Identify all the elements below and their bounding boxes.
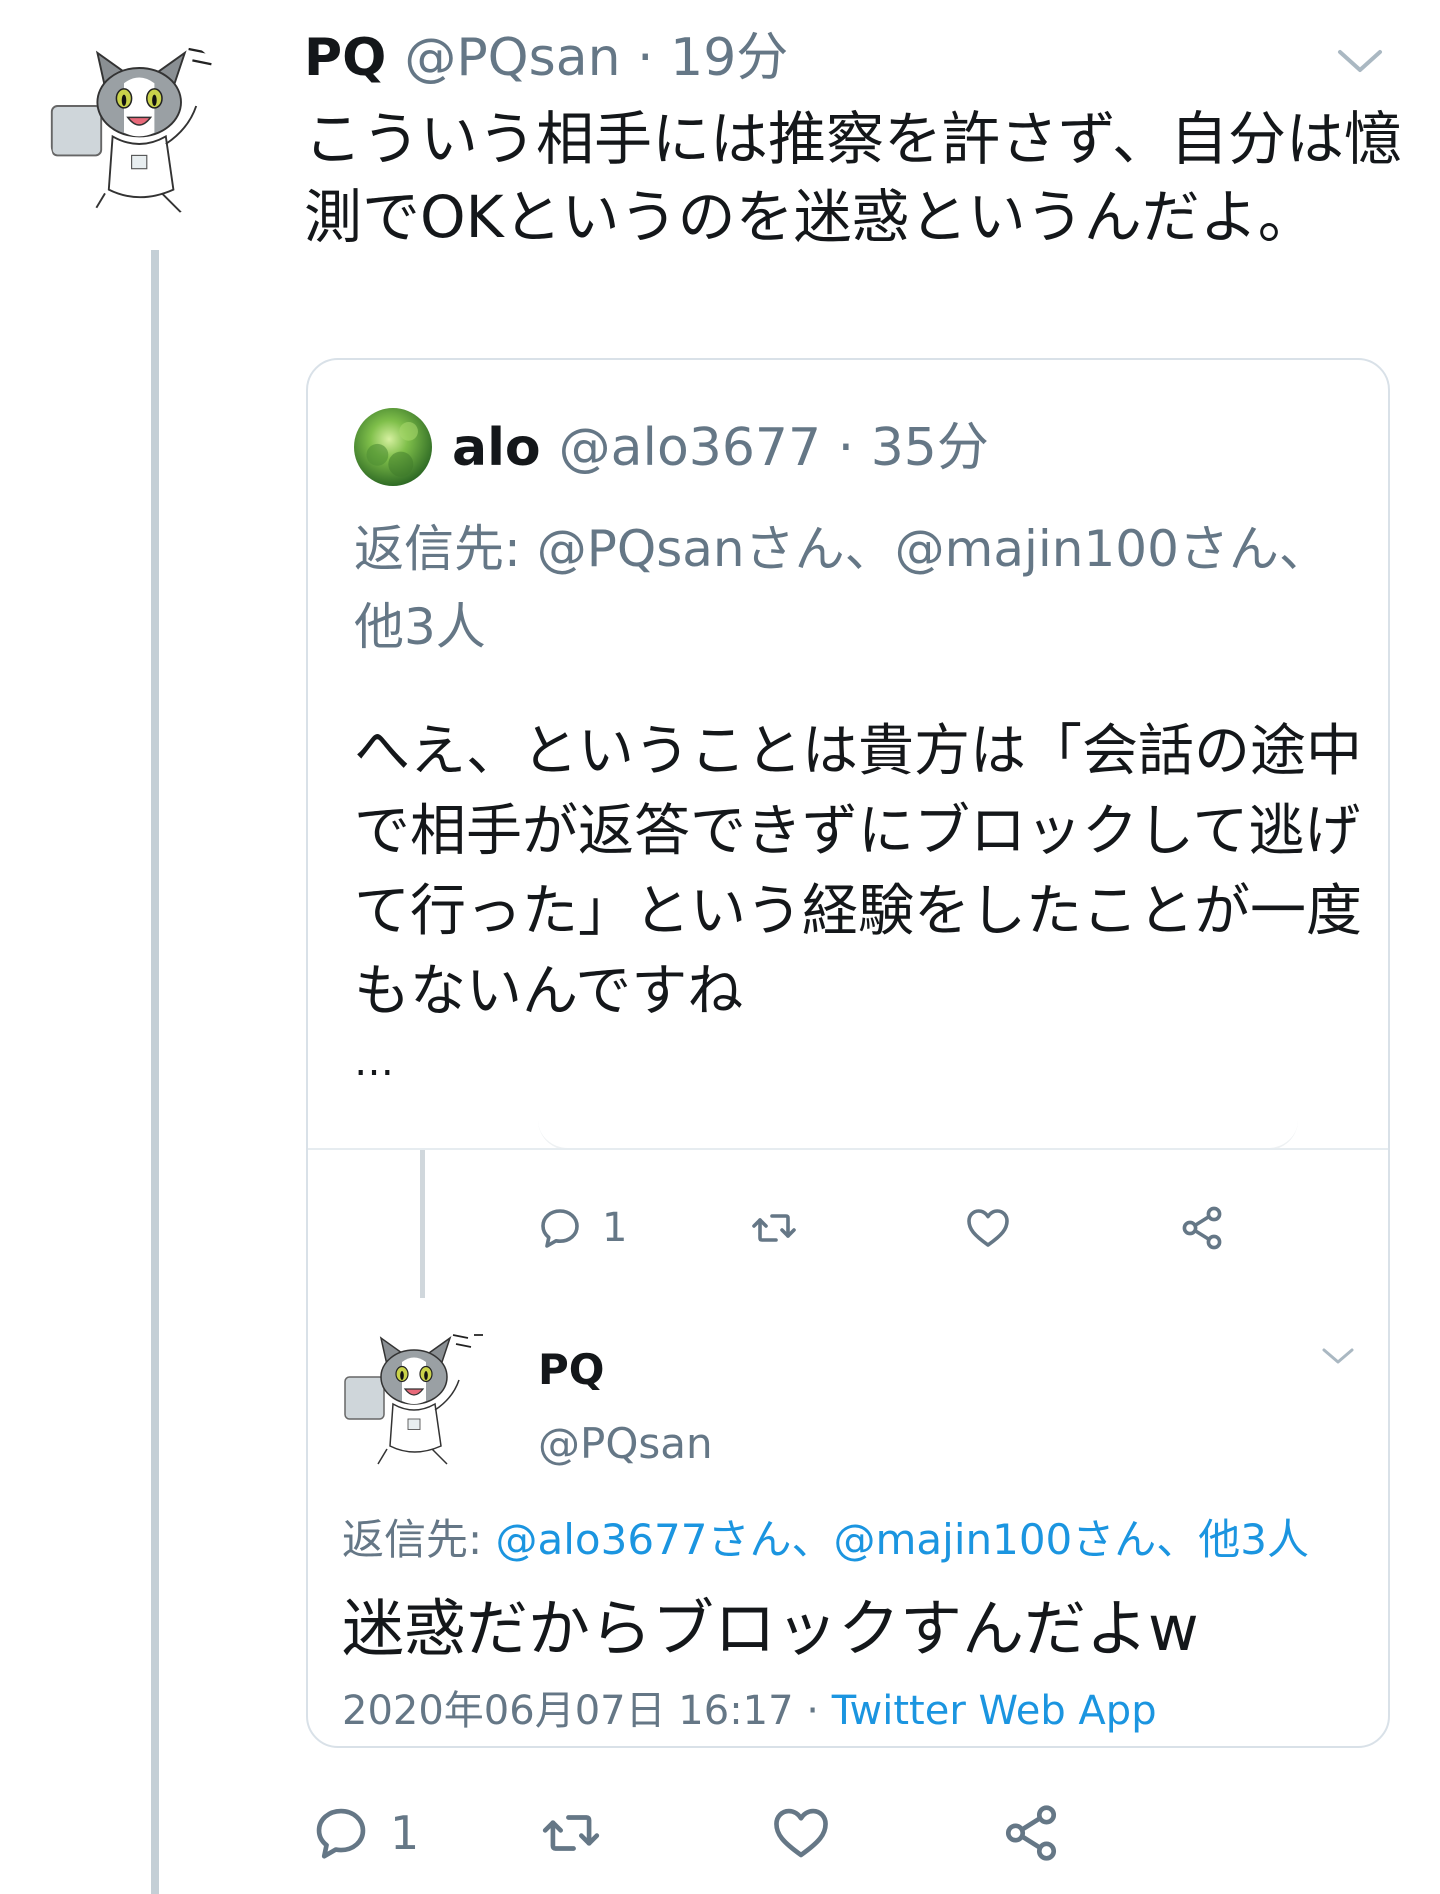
retweet-icon — [752, 1214, 796, 1242]
retweet-icon — [542, 1815, 600, 1851]
author-name[interactable]: PQ — [304, 22, 386, 94]
heart-icon — [967, 1209, 1009, 1247]
retweet-button[interactable] — [540, 1802, 770, 1864]
nested-timestamp: 2020年06月07日 16:17 · Twitter Web App — [342, 1682, 1157, 1740]
thread-connector-line — [151, 250, 159, 1894]
quoted-reply-to: 返信先: @PQsanさん、@majin100さん、他3人 — [354, 520, 1329, 656]
tweet-detail-page: PQ @PQsan · 19分 こういう相手には推察を許さず、自分は憶測でOKと… — [0, 0, 1440, 1894]
reply-count: 1 — [390, 1806, 420, 1860]
cat-avatar-icon — [342, 1320, 492, 1470]
nested-menu-caret — [1318, 1342, 1358, 1370]
tweet-menu-button[interactable] — [1332, 40, 1388, 80]
nested-thread-line — [420, 1150, 425, 1298]
green-foliage-avatar-icon — [354, 408, 432, 486]
quoted-tweet-card[interactable]: alo @alo3677 · 35分 返信先: @PQsanさん、@majin1… — [306, 358, 1390, 1748]
nested-source-app: Twitter Web App — [831, 1688, 1157, 1734]
user-avatar[interactable] — [48, 30, 238, 220]
nested-reply-to: 返信先: @alo3677さん、@majin100さん、他3人 — [342, 1510, 1309, 1570]
reply-icon — [541, 1209, 579, 1248]
author-handle-time[interactable]: @PQsan · 19分 — [404, 22, 788, 94]
quoted-action-bar: 1 — [536, 1198, 1388, 1258]
card-edge-divider — [538, 1120, 1298, 1150]
heart-icon — [774, 1808, 828, 1858]
nested-tweet-text: 迷惑だからブロックすんだよw — [342, 1592, 1199, 1665]
nested-reply-prefix: 返信先: — [342, 1515, 496, 1564]
nested-author-handle: @PQsan — [538, 1419, 713, 1468]
nested-reply-links: @alo3677さん、@majin100さん、他3人 — [495, 1515, 1309, 1564]
chevron-down-icon — [1322, 1348, 1354, 1364]
reply-button[interactable]: 1 — [310, 1802, 540, 1864]
like-button[interactable] — [964, 1204, 1178, 1252]
like-button[interactable] — [770, 1802, 1000, 1864]
quoted-tweet-header: alo @alo3677 · 35分 — [452, 410, 989, 486]
share-button[interactable] — [1000, 1802, 1230, 1864]
cat-avatar-icon — [48, 30, 238, 220]
quoted-user-avatar[interactable] — [354, 408, 432, 486]
reply-count: 1 — [602, 1205, 628, 1251]
tweet-header: PQ @PQsan · 19分 — [304, 22, 788, 94]
nested-user-avatar[interactable] — [342, 1320, 492, 1470]
reply-icon — [316, 1808, 366, 1859]
nested-datetime: 2020年06月07日 16:17 · — [342, 1688, 832, 1734]
share-icon — [1182, 1206, 1222, 1250]
share-button[interactable] — [1178, 1204, 1388, 1252]
chevron-down-icon — [1338, 50, 1382, 72]
tweet-action-bar: 1 — [310, 1798, 1230, 1868]
share-icon — [1005, 1805, 1057, 1861]
quoted-author-name[interactable]: alo — [452, 410, 541, 486]
nested-author-name: PQ — [538, 1345, 605, 1394]
tweet-text: こういう相手には推察を許さず、自分は憶測でOKというのを迷惑というんだよ。 — [304, 105, 1402, 251]
quote-divider — [308, 1148, 1388, 1150]
quoted-tweet-text: へえ、ということは貴方は「会話の途中で相手が返答できずにブロックして逃げて行った… — [354, 719, 1362, 1024]
reply-button[interactable]: 1 — [536, 1204, 750, 1252]
quoted-author-handle-time[interactable]: @alo3677 · 35分 — [559, 410, 989, 486]
truncation-ellipsis: … — [354, 1039, 394, 1085]
retweet-button[interactable] — [750, 1204, 964, 1252]
